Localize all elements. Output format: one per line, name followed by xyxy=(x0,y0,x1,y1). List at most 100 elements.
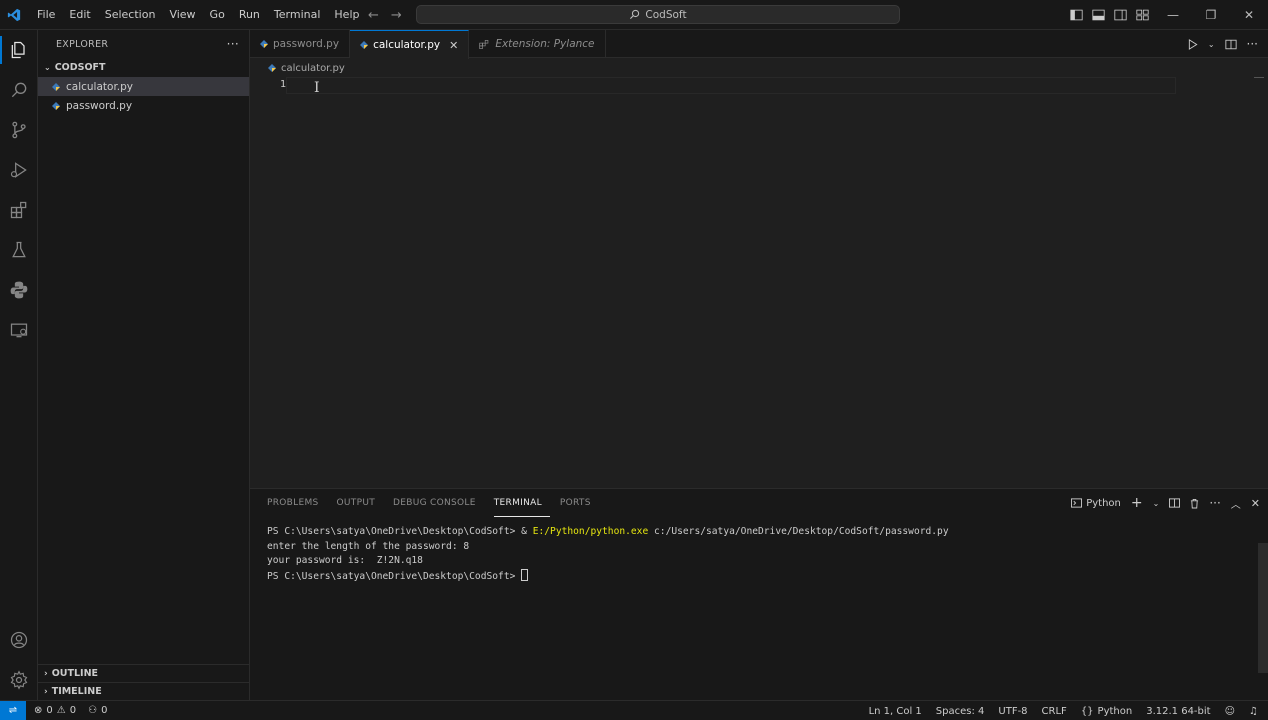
search-icon[interactable] xyxy=(0,70,38,110)
extensions-icon[interactable] xyxy=(0,190,38,230)
accounts-icon[interactable] xyxy=(0,620,38,660)
warning-count: 0 xyxy=(69,705,77,716)
editor-tabs: password.py calculator.py ✕ Extension: P… xyxy=(250,30,1268,59)
editor-actions: ⌄ ··· xyxy=(1188,30,1258,58)
python-file-icon xyxy=(260,40,268,48)
more-actions-icon[interactable]: ··· xyxy=(1247,37,1258,51)
remote-indicator-icon[interactable]: ⇌ xyxy=(0,700,26,720)
vscode-logo-icon xyxy=(0,0,28,30)
file-password[interactable]: password.py xyxy=(38,96,249,115)
close-panel-icon[interactable]: ✕ xyxy=(1251,497,1260,510)
file-label: calculator.py xyxy=(66,80,134,93)
chevron-right-icon: › xyxy=(44,686,48,697)
code-editor[interactable]: 1 I xyxy=(250,77,1268,487)
python-file-icon xyxy=(52,82,60,91)
chevron-down-icon[interactable]: ⌄ xyxy=(1208,40,1215,49)
python-file-icon xyxy=(52,101,60,110)
menu-terminal[interactable]: Terminal xyxy=(267,0,328,30)
explorer-icon[interactable] xyxy=(0,30,38,70)
tab-ports[interactable]: PORTS xyxy=(560,489,599,517)
problems-indicator[interactable]: ⊗ 0 ⚠ 0 xyxy=(34,705,76,716)
timeline-section[interactable]: › TIMELINE xyxy=(38,682,250,700)
folder-label: CODSOFT xyxy=(54,62,106,73)
more-actions-icon[interactable]: ··· xyxy=(227,37,239,51)
restore-icon[interactable]: ❐ xyxy=(1192,0,1230,30)
terminal-ampersand: & xyxy=(521,526,533,537)
remote-explorer-icon[interactable] xyxy=(0,310,38,350)
split-editor-icon[interactable] xyxy=(1224,39,1237,50)
terminal-prompt: PS C:\Users\satya\OneDrive\Desktop\CodSo… xyxy=(267,526,522,537)
terminal-prompt: PS C:\Users\satya\OneDrive\Desktop\CodSo… xyxy=(267,570,522,582)
tab-problems[interactable]: PROBLEMS xyxy=(267,489,327,517)
tab-output[interactable]: OUTPUT xyxy=(337,489,383,517)
settings-gear-icon[interactable] xyxy=(0,660,38,700)
tab-calculator[interactable]: calculator.py ✕ xyxy=(350,30,470,59)
terminal-selector[interactable]: Python xyxy=(1071,498,1121,509)
split-terminal-icon[interactable] xyxy=(1169,498,1181,508)
tab-password[interactable]: password.py xyxy=(250,30,351,58)
folder-codsoft[interactable]: ⌄ CODSOFT xyxy=(38,58,249,77)
ports-count: 0 xyxy=(101,705,108,716)
copilot-icon[interactable]: ☺ xyxy=(1225,706,1235,717)
cursor-position[interactable]: Ln 1, Col 1 xyxy=(869,706,922,717)
run-python-file-icon[interactable] xyxy=(1188,38,1198,50)
tab-debug-console[interactable]: DEBUG CONSOLE xyxy=(393,489,484,517)
forward-arrow-icon[interactable]: → xyxy=(391,8,402,23)
breadcrumb[interactable]: calculator.py xyxy=(250,59,345,77)
terminal-icon xyxy=(1071,498,1083,508)
back-arrow-icon[interactable]: ← xyxy=(368,8,379,23)
python-interpreter[interactable]: 3.12.1 64-bit xyxy=(1146,706,1210,717)
error-icon: ⊗ xyxy=(34,705,43,716)
encoding[interactable]: UTF-8 xyxy=(998,706,1027,717)
language-mode[interactable]: {} Python xyxy=(1081,706,1132,717)
testing-flask-icon[interactable] xyxy=(0,230,38,270)
timeline-label: TIMELINE xyxy=(51,686,102,697)
menu-view[interactable]: View xyxy=(162,0,202,30)
tab-extension-pylance[interactable]: Extension: Pylance xyxy=(469,30,606,58)
error-count: 0 xyxy=(46,705,53,716)
terminal-exe-path: E:/Python/python.exe xyxy=(532,526,649,537)
toggle-secondary-sidebar-icon[interactable] xyxy=(1114,9,1127,21)
command-center-search[interactable]: CodSoft xyxy=(416,5,900,24)
tab-terminal[interactable]: TERMINAL xyxy=(493,489,550,517)
python-icon[interactable] xyxy=(0,270,38,310)
terminal-output[interactable]: PS C:\Users\satya\OneDrive\Desktop\CodSo… xyxy=(267,525,949,584)
tab-label: Extension: Pylance xyxy=(495,38,595,50)
menu-edit[interactable]: Edit xyxy=(62,0,97,30)
toggle-primary-sidebar-icon[interactable] xyxy=(1070,9,1083,21)
line-number: 1 xyxy=(279,79,286,90)
menu-go[interactable]: Go xyxy=(203,0,232,30)
menu-selection[interactable]: Selection xyxy=(98,0,163,30)
customize-layout-icon[interactable] xyxy=(1136,9,1149,21)
terminal-script-path: c:/Users/satya/OneDrive/Desktop/CodSoft/… xyxy=(648,526,949,537)
toggle-panel-icon[interactable] xyxy=(1092,9,1105,21)
menu-help[interactable]: Help xyxy=(327,0,366,30)
run-debug-icon[interactable] xyxy=(0,150,38,190)
explorer-sidebar: EXPLORER ··· ⌄ CODSOFT calculator.py pas… xyxy=(38,30,250,700)
source-control-icon[interactable] xyxy=(0,110,38,150)
chevron-down-icon[interactable]: ⌄ xyxy=(1153,499,1160,508)
terminal-scrollbar[interactable] xyxy=(1258,543,1268,673)
indentation[interactable]: Spaces: 4 xyxy=(936,706,985,717)
new-terminal-plus-icon[interactable]: + xyxy=(1131,495,1143,511)
file-label: password.py xyxy=(66,99,133,112)
close-window-icon[interactable]: ✕ xyxy=(1230,0,1268,30)
minimize-icon[interactable]: — xyxy=(1154,0,1192,30)
menu-run[interactable]: Run xyxy=(232,0,267,30)
terminal-cursor xyxy=(521,568,529,581)
menu-file[interactable]: File xyxy=(30,0,62,30)
maximize-panel-icon[interactable]: ︿ xyxy=(1231,496,1241,511)
file-calculator[interactable]: calculator.py xyxy=(38,77,249,96)
ports-indicator[interactable]: ⚇ 0 xyxy=(88,705,107,716)
mouse-ibeam-cursor-icon: I xyxy=(314,80,320,96)
outline-section[interactable]: › OUTLINE xyxy=(38,664,250,682)
notifications-bell-icon[interactable]: ♫ xyxy=(1249,706,1258,717)
terminal-line-3: your password is: Z!2N.q18 xyxy=(267,555,423,567)
more-actions-icon[interactable]: ··· xyxy=(1209,496,1220,510)
terminal-name: Python xyxy=(1086,497,1121,509)
close-icon[interactable]: ✕ xyxy=(449,39,458,52)
bottom-panel: PROBLEMS OUTPUT DEBUG CONSOLE TERMINAL P… xyxy=(250,488,1268,700)
trash-icon[interactable] xyxy=(1190,498,1199,509)
line-endings[interactable]: CRLF xyxy=(1042,706,1067,717)
status-right: Ln 1, Col 1 Spaces: 4 UTF-8 CRLF {} Pyth… xyxy=(869,701,1258,720)
